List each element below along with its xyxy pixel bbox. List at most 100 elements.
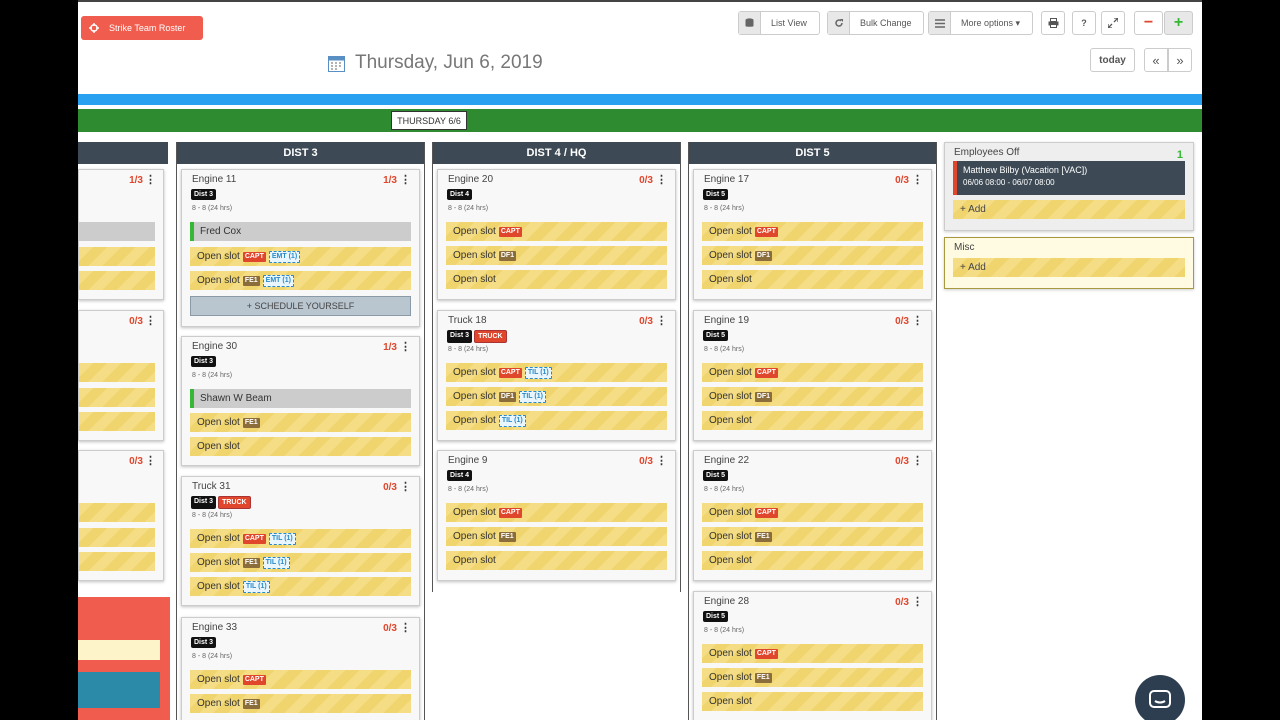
open-slot[interactable]: Open slot FE1 xyxy=(190,413,411,432)
slot-label: Open slot xyxy=(453,507,496,518)
open-slot[interactable]: Open slot xyxy=(702,692,923,711)
zoom-out-button[interactable]: − xyxy=(1134,11,1163,35)
open-slot[interactable]: Open slot FE1 xyxy=(190,694,411,713)
open-slot[interactable]: Open slot CAPT xyxy=(446,222,667,241)
open-slot[interactable]: Open slot DF1 xyxy=(702,387,923,406)
kebab-menu-icon[interactable]: ⋮ xyxy=(145,454,156,467)
kebab-menu-icon[interactable]: ⋮ xyxy=(912,314,923,327)
strike-team-roster-button[interactable]: Strike Team Roster xyxy=(81,16,203,40)
open-slot[interactable] xyxy=(79,388,155,407)
unit-engine-28[interactable]: Engine 28 0/3 ⋮ Dist 5 8 - 8 (24 hrs) Op… xyxy=(693,591,932,720)
slot[interactable] xyxy=(78,672,160,708)
fullscreen-button[interactable] xyxy=(1101,11,1125,35)
kebab-menu-icon[interactable]: ⋮ xyxy=(400,480,411,493)
role-badge: FE1 xyxy=(754,672,772,683)
unit-engine-9[interactable]: Engine 9 0/3 ⋮ Dist 4 8 - 8 (24 hrs) Ope… xyxy=(437,450,676,581)
unit-card[interactable]: 0/3 ⋮ xyxy=(78,450,164,581)
open-slot[interactable]: Open slot CAPT xyxy=(190,670,411,689)
open-slot[interactable] xyxy=(79,552,155,571)
add-misc-button[interactable]: + Add xyxy=(953,258,1185,277)
open-slot[interactable]: Open slot xyxy=(446,270,667,289)
unit-engine-19[interactable]: Engine 19 0/3 ⋮ Dist 5 8 - 8 (24 hrs) Op… xyxy=(693,310,932,441)
open-slot[interactable]: Open slot xyxy=(702,551,923,570)
open-slot[interactable]: Open slot TIL (1) xyxy=(446,411,667,430)
list-view-button[interactable]: List View xyxy=(738,11,820,35)
open-slot[interactable]: Open slot xyxy=(702,411,923,430)
open-slot[interactable] xyxy=(79,271,155,290)
help-button[interactable]: ? xyxy=(1072,11,1096,35)
open-slot[interactable]: Open slot TIL (1) xyxy=(190,577,411,596)
print-button[interactable] xyxy=(1041,11,1065,35)
highlighted-unit-card[interactable] xyxy=(78,597,170,720)
kebab-menu-icon[interactable]: ⋮ xyxy=(145,314,156,327)
bulk-change-button[interactable]: Bulk Change xyxy=(827,11,924,35)
assigned-slot[interactable] xyxy=(79,222,155,241)
open-slot[interactable]: Open slot FE1 TIL (1) xyxy=(190,553,411,572)
kebab-menu-icon[interactable]: ⋮ xyxy=(656,314,667,327)
unit-engine-22[interactable]: Engine 22 0/3 ⋮ Dist 5 8 - 8 (24 hrs) Op… xyxy=(693,450,932,581)
kebab-menu-icon[interactable]: ⋮ xyxy=(656,454,667,467)
shift-hours: 8 - 8 (24 hrs) xyxy=(448,346,489,353)
kebab-menu-icon[interactable]: ⋮ xyxy=(400,173,411,186)
open-slot[interactable]: Open slot FE1 xyxy=(446,527,667,546)
today-button[interactable]: today xyxy=(1090,48,1135,72)
slot-label: Open slot xyxy=(709,507,752,518)
open-slot[interactable] xyxy=(79,247,155,266)
role-badge: FE1 xyxy=(242,698,260,709)
unit-truck-31[interactable]: Truck 31 0/3 ⋮ Dist 3 TRUCK 8 - 8 (24 hrs… xyxy=(181,476,420,606)
open-slot[interactable]: Open slot xyxy=(702,270,923,289)
open-slot[interactable]: Open slot FE1 xyxy=(702,668,923,687)
more-options-button[interactable]: More options ▾ xyxy=(928,11,1033,35)
kebab-menu-icon[interactable]: ⋮ xyxy=(912,595,923,608)
zoom-in-button[interactable]: + xyxy=(1164,11,1193,35)
open-slot[interactable] xyxy=(79,503,155,522)
open-slot[interactable] xyxy=(79,412,155,431)
shift-hours: 8 - 8 (24 hrs) xyxy=(448,486,489,493)
slot-label: Open slot xyxy=(453,226,496,237)
slot[interactable] xyxy=(78,640,160,660)
open-slot[interactable]: Open slot CAPT xyxy=(702,222,923,241)
open-slot[interactable]: Open slot xyxy=(446,551,667,570)
open-slot[interactable]: Open slot FE1 xyxy=(702,527,923,546)
unit-engine-33[interactable]: Engine 33 0/3 ⋮ Dist 3 8 - 8 (24 hrs) Op… xyxy=(181,617,420,720)
kebab-menu-icon[interactable]: ⋮ xyxy=(400,340,411,353)
open-slot[interactable]: Open slot xyxy=(190,437,411,456)
chat-launcher-button[interactable] xyxy=(1135,675,1185,720)
open-slot[interactable]: Open slot DF1 xyxy=(702,246,923,265)
unit-engine-17[interactable]: Engine 17 0/3 ⋮ Dist 5 8 - 8 (24 hrs) Op… xyxy=(693,169,932,300)
prev-button[interactable]: « xyxy=(1144,48,1168,72)
open-slot[interactable] xyxy=(79,528,155,547)
kebab-menu-icon[interactable]: ⋮ xyxy=(400,621,411,634)
kebab-menu-icon[interactable]: ⋮ xyxy=(656,173,667,186)
open-slot[interactable]: Open slot CAPT EMT (1) xyxy=(190,247,411,266)
schedule-yourself-button[interactable]: + SCHEDULE YOURSELF xyxy=(190,296,411,316)
kebab-menu-icon[interactable]: ⋮ xyxy=(912,173,923,186)
open-slot[interactable]: Open slot FE1 EMT (1) xyxy=(190,271,411,290)
unit-engine-30[interactable]: Engine 30 1/3 ⋮ Dist 3 8 - 8 (24 hrs) Sh… xyxy=(181,336,420,466)
assigned-slot[interactable]: Fred Cox xyxy=(190,222,411,241)
open-slot[interactable]: Open slot CAPT xyxy=(446,503,667,522)
open-slot[interactable]: Open slot CAPT xyxy=(702,644,923,663)
slot-label: Open slot xyxy=(709,250,752,261)
slot-label: Open slot xyxy=(197,581,240,592)
open-slot[interactable]: Open slot CAPT TIL (1) xyxy=(446,363,667,382)
open-slot[interactable]: Open slot CAPT TIL (1) xyxy=(190,529,411,548)
day-label[interactable]: THURSDAY 6/6 xyxy=(391,111,467,130)
open-slot[interactable] xyxy=(79,363,155,382)
open-slot[interactable]: Open slot CAPT xyxy=(702,503,923,522)
unit-engine-20[interactable]: Engine 20 0/3 ⋮ Dist 4 8 - 8 (24 hrs) Op… xyxy=(437,169,676,300)
unit-card[interactable]: 1/3 ⋮ xyxy=(78,169,164,300)
add-employee-off-button[interactable]: + Add xyxy=(953,200,1185,219)
unit-card[interactable]: 0/3 ⋮ xyxy=(78,310,164,441)
unit-engine-11[interactable]: Engine 11 1/3 ⋮ Dist 3 8 - 8 (24 hrs) Fr… xyxy=(181,169,420,327)
unit-name: Engine 28 xyxy=(704,596,750,607)
open-slot[interactable]: Open slot DF1 TIL (1) xyxy=(446,387,667,406)
vacation-entry[interactable]: Matthew Bilby (Vacation [VAC]) 06/06 08:… xyxy=(953,161,1185,195)
kebab-menu-icon[interactable]: ⋮ xyxy=(145,173,156,186)
unit-truck-18[interactable]: Truck 18 0/3 ⋮ Dist 3 TRUCK 8 - 8 (24 hrs… xyxy=(437,310,676,441)
open-slot[interactable]: Open slot DF1 xyxy=(446,246,667,265)
open-slot[interactable]: Open slot CAPT xyxy=(702,363,923,382)
assigned-slot[interactable]: Shawn W Beam xyxy=(190,389,411,408)
next-button[interactable]: » xyxy=(1168,48,1192,72)
kebab-menu-icon[interactable]: ⋮ xyxy=(912,454,923,467)
